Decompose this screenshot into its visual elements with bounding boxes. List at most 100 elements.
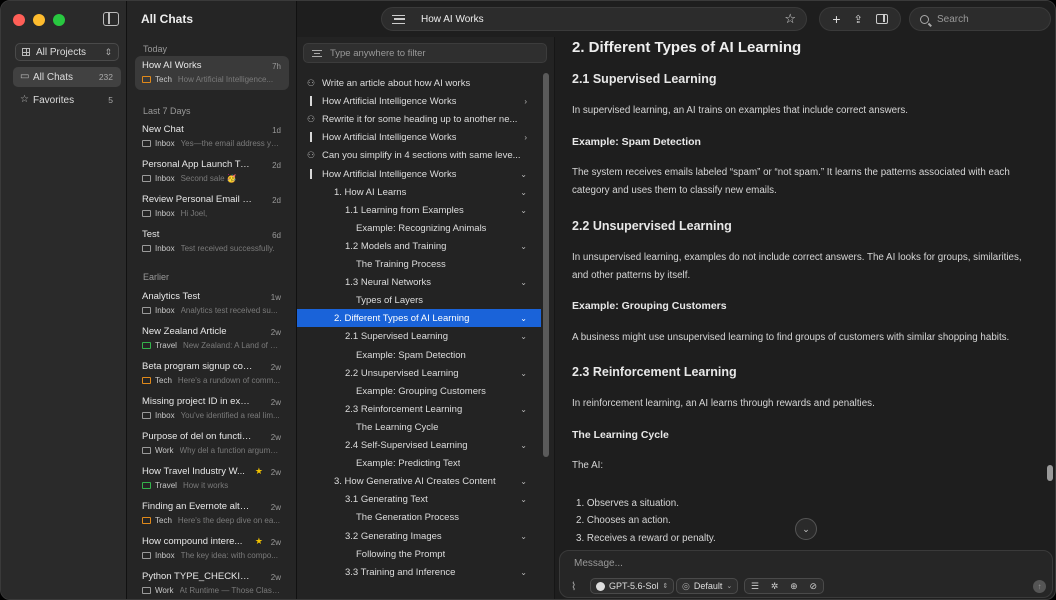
zoom-window-button[interactable] [53,14,65,26]
chevron-down-icon[interactable]: ⌄ [520,441,527,450]
outline-item[interactable]: 3.1 Generating Text ⌄ [297,490,541,508]
outline-list-icon[interactable] [392,14,405,24]
folder-icon [142,412,151,419]
outline-item[interactable]: ⚇ Rewrite it for some heading up to anoth… [297,110,541,128]
outline-item[interactable]: 3.2 Generating Images ⌄ [297,527,541,545]
chat-preview: New Zealand: A Land of N... [182,341,280,350]
search-input[interactable]: Search [909,7,1051,31]
outline-item[interactable]: 1.3 Neural Networks ⌄ [297,273,541,291]
favorite-star-icon[interactable]: ☆ [784,11,796,27]
chat-title: New Chat [142,124,184,135]
chevron-down-icon[interactable]: ⌄ [520,477,527,486]
chat-list-item[interactable]: Finding an Evernote altern... 2w Tech Here'… [135,497,289,531]
paperclip-icon[interactable]: ⌇ [571,580,576,593]
send-button[interactable]: ↑ [1033,580,1046,593]
sidebar-item-favorites[interactable]: ☆ Favorites 5 [13,90,121,110]
chevron-down-icon[interactable]: ⌄ [520,314,527,323]
user-icon: ⚇ [307,149,316,160]
chevron-down-icon[interactable]: ⌄ [520,206,527,215]
content-scrollbar[interactable] [1047,465,1053,481]
outline-scrollbar[interactable] [543,73,549,457]
chat-list-item[interactable]: Purpose of del on function... 2w Work Why d… [135,427,289,461]
chevron-down-icon: ⌄ [726,583,733,590]
outline-item[interactable]: 2.2 Unsupervised Learning ⌄ [297,364,541,382]
sparkle-icon[interactable]: ✲ [771,581,779,592]
outline-item[interactable]: 2.3 Reinforcement Learning ⌄ [297,400,541,418]
chevron-down-icon[interactable]: ⌄ [520,532,527,541]
outline-item-label: Example: Spam Detection [356,349,466,361]
section-label-today: Today [143,44,168,54]
outline-item[interactable]: 3.3 Training and Inference ⌄ [297,563,541,581]
outline-item[interactable]: 2.4 Self-Supervised Learning ⌄ [297,436,541,454]
chat-list-item[interactable]: Analytics Test 1w Inbox Analytics test rece… [135,287,289,321]
chevron-down-icon[interactable]: ⌄ [520,278,527,287]
sidebar-item-all-chats[interactable]: ▭ All Chats 232 [13,67,121,87]
folder-icon [142,552,151,559]
outline-item[interactable]: 3. How Generative AI Creates Content ⌄ [297,472,541,490]
chat-list-item[interactable]: Review Personal Email Reply 2d Inbox Hi Joe… [135,190,289,224]
chat-list-item[interactable]: How AI Works 7h Tech How Artificial Intelli… [135,56,289,90]
project-selector[interactable]: All Projects ⇕ [15,43,119,61]
outline-item[interactable]: 1.1 Learning from Examples ⌄ [297,201,541,219]
chevron-right-icon[interactable]: › [524,133,527,142]
scroll-to-bottom-button[interactable]: ⌄ [795,518,817,540]
chevron-down-icon[interactable]: ⌄ [520,188,527,197]
model-selector[interactable]: GPT-5.6-Sol ⇕ [590,578,675,594]
chat-list-item[interactable]: How Travel Industry W... 2w ★ Travel How it … [135,462,289,496]
chat-list-item[interactable]: Test 6d Inbox Test received successfully. [135,225,289,259]
chat-list-item[interactable]: Personal App Launch Tweet 2d Inbox Second s… [135,155,289,189]
outline-item[interactable]: Following the Prompt [297,545,541,563]
globe-icon[interactable]: ⊕ [790,581,798,592]
outline-item[interactable]: Types of Layers [297,291,541,309]
chat-list-item[interactable]: Beta program signup copy... 2w Tech Here's … [135,357,289,391]
no-tools-icon[interactable]: ⊘ [810,581,818,592]
chevron-down-icon[interactable]: ⌄ [520,332,527,341]
outline-filter-input[interactable]: Type anywhere to filter [303,43,547,63]
chevron-down-icon[interactable]: ⌄ [520,405,527,414]
outline-item[interactable]: 1. How AI Learns ⌄ [297,183,541,201]
response-marker-icon [310,96,312,106]
chat-time: 2w [270,433,281,442]
chevron-right-icon[interactable]: › [524,97,527,106]
outline-item[interactable]: Example: Predicting Text [297,454,541,472]
outline-item[interactable]: 1.2 Models and Training ⌄ [297,237,541,255]
chevron-down-icon[interactable]: ⌄ [520,495,527,504]
minimize-window-button[interactable] [33,14,45,26]
chat-title: How AI Works [421,13,484,25]
chat-list-item[interactable]: New Chat 1d Inbox Yes—the email address yo.… [135,120,289,154]
outline-item[interactable]: How Artificial Intelligence Works ⌄ [297,165,541,183]
outline-item[interactable]: The Learning Cycle [297,418,541,436]
chat-preview: Analytics test received su... [180,306,278,315]
chevron-down-icon[interactable]: ⌄ [520,369,527,378]
chevron-down-icon[interactable]: ⌄ [520,568,527,577]
outline-item[interactable]: ⚇ Write an article about how AI works [297,74,541,92]
sidebar-toggle-icon[interactable] [103,12,119,26]
outline-item[interactable]: 2.1 Supervised Learning ⌄ [297,327,541,345]
filter-icon [312,49,322,57]
outline-item[interactable]: ⚇ Can you simplify in 4 sections with sam… [297,146,541,164]
preset-selector[interactable]: ◎ Default ⌄ [676,578,739,594]
chevron-down-icon[interactable]: ⌄ [520,170,527,179]
message-input[interactable]: Message... [574,558,623,569]
chat-title: Python TYPE_CHECKING... [142,571,254,582]
share-icon[interactable]: ⇪ [853,13,862,26]
chevron-down-icon[interactable]: ⌄ [520,242,527,251]
chat-list-item[interactable]: Missing project ID in expo... 2w Inbox You'… [135,392,289,426]
outline-item[interactable]: The Generation Process [297,508,541,526]
chat-list-item[interactable]: How compound intere... 2w ★ Inbox The key id… [135,532,289,566]
right-panel-icon[interactable] [875,14,888,24]
outline-item[interactable]: 2. Different Types of AI Learning ⌄ [297,309,541,327]
outline-item[interactable]: How Artificial Intelligence Works › [297,128,541,146]
chat-list-item[interactable]: New Zealand Article 2w Travel New Zealand: … [135,322,289,356]
outline-item[interactable]: Example: Recognizing Animals [297,219,541,237]
outline-item[interactable]: Example: Spam Detection [297,346,541,364]
outline-item[interactable]: How Artificial Intelligence Works › [297,92,541,110]
chat-time: 2w [270,328,281,337]
chat-list-item[interactable]: Python TYPE_CHECKING... 2w Work At Runtime … [135,567,289,599]
outline-item[interactable]: Example: Grouping Customers [297,382,541,400]
outline-item[interactable]: The Training Process [297,255,541,273]
close-window-button[interactable] [13,14,25,26]
chat-title: New Zealand Article [142,326,227,337]
new-chat-plus-icon[interactable]: + [832,11,840,27]
list-options-icon[interactable]: ☰ [751,581,759,592]
